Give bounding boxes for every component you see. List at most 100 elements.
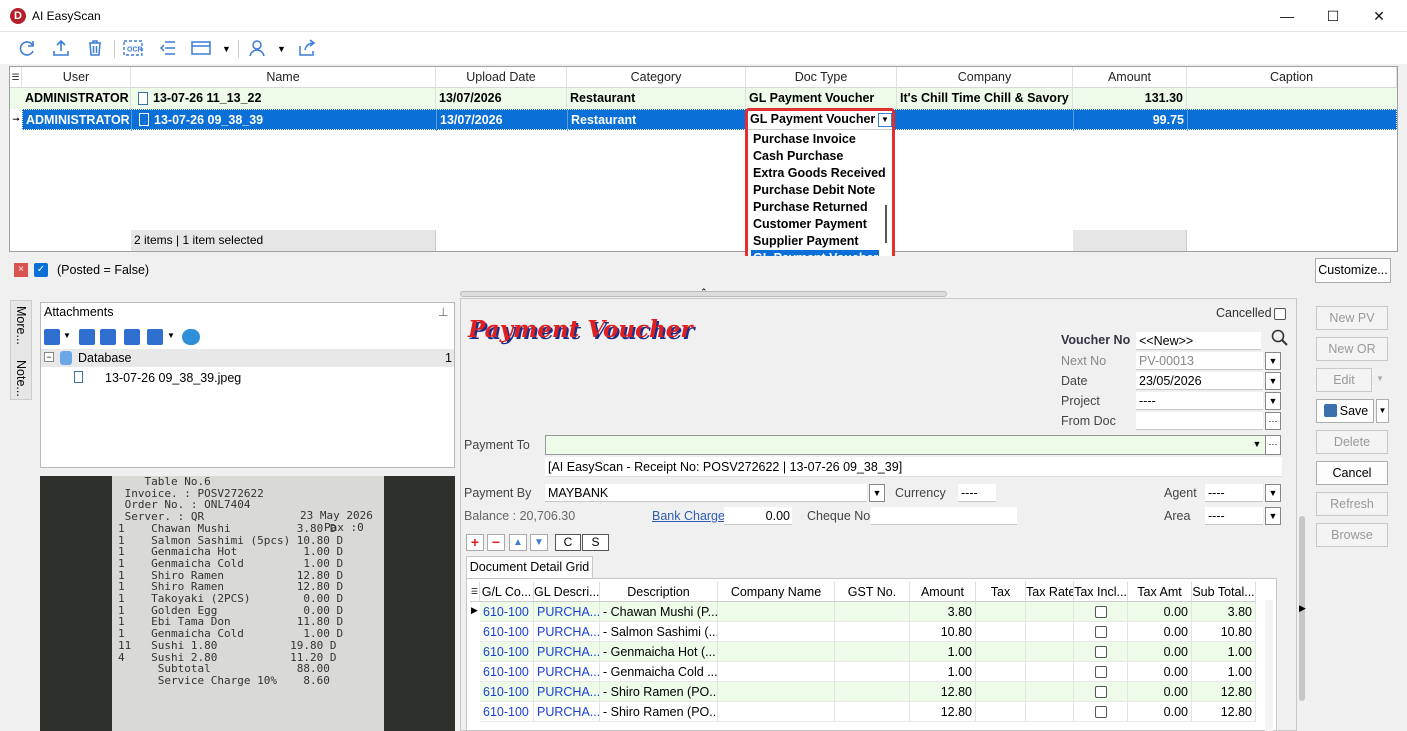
filter-checkbox[interactable]: ✓ xyxy=(34,263,48,277)
ocr-icon[interactable]: OCR xyxy=(121,36,145,60)
column-header-user[interactable]: User xyxy=(22,67,131,88)
upload-icon[interactable] xyxy=(49,36,73,60)
trash-icon[interactable] xyxy=(79,329,95,345)
filter-text[interactable]: (Posted = False) xyxy=(57,263,149,277)
tab-document-detail-grid[interactable]: Document Detail Grid xyxy=(466,556,593,578)
detail-cell-desc[interactable]: - Chawan Mushi (P... xyxy=(600,602,718,622)
column-header-amount[interactable]: Amount xyxy=(1073,67,1187,88)
detail-cell-empty[interactable] xyxy=(718,602,835,622)
tax-inclusive-checkbox[interactable] xyxy=(1094,606,1107,618)
detail-cell-gldesc[interactable]: PURCHA... xyxy=(534,662,600,682)
detail-cell-gldesc[interactable]: PURCHA... xyxy=(534,602,600,622)
cancel-button[interactable]: Cancel xyxy=(1316,461,1388,485)
detail-col-tax-amt[interactable]: Tax Amt xyxy=(1128,582,1192,602)
refresh-button[interactable]: Refresh xyxy=(1316,492,1388,516)
detail-cell-empty[interactable] xyxy=(718,642,835,662)
detail-cell-amount[interactable]: 10.80 xyxy=(910,622,976,642)
detail-cell-gl[interactable]: 610-100 xyxy=(480,622,534,642)
detail-col-gl-description[interactable]: GL Descri... xyxy=(534,582,600,602)
detail-cell-sub[interactable]: 12.80 xyxy=(1192,682,1256,702)
project-dropdown-icon[interactable]: ▼ xyxy=(1265,392,1281,410)
detail-cell-empty[interactable] xyxy=(718,702,835,722)
tax-inclusive-checkbox[interactable] xyxy=(1094,706,1107,718)
s-button[interactable]: S xyxy=(582,534,609,551)
detail-cell-taxamt[interactable]: 0.00 xyxy=(1128,642,1192,662)
save-dropdown-icon[interactable]: ▼ xyxy=(1376,399,1389,423)
detail-cell-empty[interactable] xyxy=(1026,602,1074,622)
column-header-category[interactable]: Category xyxy=(567,67,746,88)
table-row[interactable]: ADMINISTRATOR 13-07-26 11_13_22 13/07/20… xyxy=(10,88,1397,109)
detail-cell-empty[interactable] xyxy=(976,702,1026,722)
bank-charge-field[interactable]: 0.00 xyxy=(724,507,792,525)
edit-dropdown-icon[interactable]: ▼ xyxy=(1376,374,1384,383)
chevron-down-icon[interactable]: ▼ xyxy=(878,113,892,127)
detail-cell-tax-inclusive[interactable] xyxy=(1074,702,1128,722)
detail-cell-amount[interactable]: 12.80 xyxy=(910,682,976,702)
column-header-name[interactable]: Name xyxy=(131,67,436,88)
view-icon[interactable] xyxy=(124,329,140,345)
project-field[interactable]: ---- xyxy=(1136,392,1263,410)
detail-grid-menu-icon[interactable]: ☰ xyxy=(470,582,480,602)
detail-cell-sub[interactable]: 1.00 xyxy=(1192,662,1256,682)
detail-col-description[interactable]: Description xyxy=(600,582,718,602)
link-icon[interactable] xyxy=(44,329,60,345)
detail-col-tax-inclusive[interactable]: Tax Incl... xyxy=(1074,582,1128,602)
add-row-icon[interactable]: + xyxy=(466,534,484,551)
payment-to-dropdown-icon[interactable]: ▼ xyxy=(1249,436,1265,454)
move-down-icon[interactable]: ▼ xyxy=(530,534,548,551)
doc-type-combobox[interactable]: GL Payment Voucher ▼ xyxy=(748,111,892,130)
dropdown-option-extra-goods-received[interactable]: Extra Goods Received xyxy=(751,165,886,182)
dropdown-option-cash-purchase[interactable]: Cash Purchase xyxy=(751,148,879,165)
collapse-icon[interactable] xyxy=(156,36,180,60)
detail-cell-empty[interactable] xyxy=(835,622,910,642)
detail-cell-empty[interactable] xyxy=(835,642,910,662)
delete-button[interactable]: Delete xyxy=(1316,430,1388,454)
detail-col-company-name[interactable]: Company Name xyxy=(718,582,835,602)
detail-cell-desc[interactable]: - Salmon Sashimi (... xyxy=(600,622,718,642)
detail-cell-tax-inclusive[interactable] xyxy=(1074,602,1128,622)
dropdown-option-purchase-debit-note[interactable]: Purchase Debit Note xyxy=(751,182,879,199)
tax-inclusive-checkbox[interactable] xyxy=(1094,666,1107,678)
detail-cell-sub[interactable]: 12.80 xyxy=(1192,702,1256,722)
detail-cell-gldesc[interactable]: PURCHA... xyxy=(534,622,600,642)
browse-button[interactable]: Browse xyxy=(1316,523,1388,547)
detail-cell-empty[interactable] xyxy=(718,622,835,642)
bank-charge-link[interactable]: Bank Charge xyxy=(652,509,725,523)
doc-type-dropdown[interactable]: GL Payment Voucher ▼ Purchase Invoice Ca… xyxy=(745,108,895,267)
remove-row-icon[interactable]: − xyxy=(487,534,505,551)
detail-cell-gldesc[interactable]: PURCHA... xyxy=(534,702,600,722)
detail-col-gst-no[interactable]: GST No. xyxy=(835,582,910,602)
detail-cell-taxamt[interactable]: 0.00 xyxy=(1128,622,1192,642)
detail-cell-gldesc[interactable]: PURCHA... xyxy=(534,642,600,662)
agent-field[interactable]: ---- xyxy=(1205,484,1263,502)
side-tab-more[interactable]: More... xyxy=(14,306,28,345)
detail-cell-sub[interactable]: 3.80 xyxy=(1192,602,1256,622)
save-dropdown-icon[interactable]: ▼ xyxy=(167,331,175,340)
close-button[interactable]: ✕ xyxy=(1356,0,1402,32)
maximize-button[interactable]: ☐ xyxy=(1310,0,1356,32)
date-dropdown-icon[interactable]: ▼ xyxy=(1265,372,1281,390)
delete-icon[interactable] xyxy=(83,36,107,60)
detail-cell-empty[interactable] xyxy=(976,642,1026,662)
chevron-up-icon[interactable]: ⌃ xyxy=(700,287,708,298)
dropdown-option-purchase-invoice[interactable]: Purchase Invoice xyxy=(751,131,879,148)
layout-dropdown-icon[interactable]: ▼ xyxy=(222,44,231,54)
move-up-icon[interactable]: ▲ xyxy=(509,534,527,551)
tax-inclusive-checkbox[interactable] xyxy=(1094,626,1107,638)
detail-cell-gldesc[interactable]: PURCHA... xyxy=(534,682,600,702)
payment-by-dropdown-icon[interactable]: ▼ xyxy=(869,484,885,502)
detail-cell-gl[interactable]: 610-100 xyxy=(480,602,534,622)
payment-by-field[interactable]: MAYBANK xyxy=(545,484,867,502)
area-field[interactable]: ---- xyxy=(1205,507,1263,525)
detail-col-tax[interactable]: Tax xyxy=(976,582,1026,602)
detail-cell-gl[interactable]: 610-100 xyxy=(480,702,534,722)
agent-dropdown-icon[interactable]: ▼ xyxy=(1265,484,1281,502)
area-dropdown-icon[interactable]: ▼ xyxy=(1265,507,1281,525)
detail-cell-empty[interactable] xyxy=(976,682,1026,702)
layout-icon[interactable] xyxy=(189,36,213,60)
detail-cell-tax-inclusive[interactable] xyxy=(1074,662,1128,682)
c-button[interactable]: C xyxy=(555,534,581,551)
detail-cell-empty[interactable] xyxy=(976,602,1026,622)
detail-col-amount[interactable]: Amount xyxy=(910,582,976,602)
date-field[interactable]: 23/05/2026 xyxy=(1136,372,1263,390)
